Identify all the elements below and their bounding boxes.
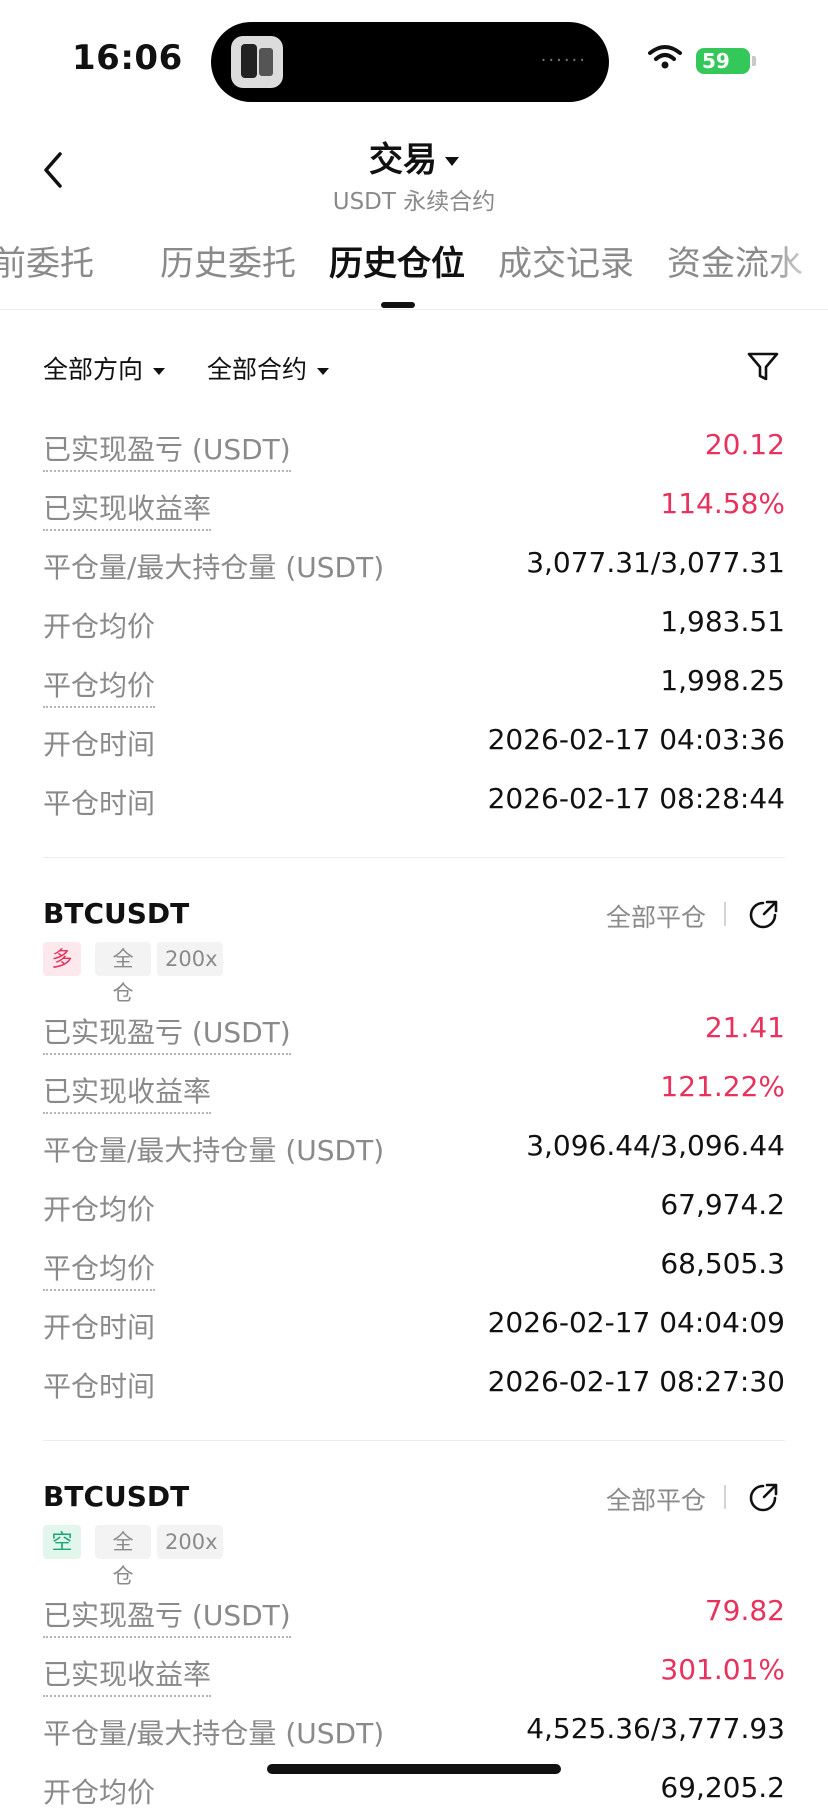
close-qty-value: 4,525.36/3,777.93 [526,1712,785,1745]
tab-position-history[interactable]: 历史仓位 [329,236,465,285]
realized-roe-value: 301.01% [660,1653,785,1686]
detail-row-close-avg: 平仓均价 1,998.25 [43,664,785,708]
activity-indicator-icon: ······ [540,50,587,71]
open-avg-label: 开仓均价 [43,1193,156,1226]
open-time-label: 开仓时间 [43,1311,156,1344]
now-playing-artwork [231,36,283,88]
close-all-button[interactable]: 全部平仓 [606,898,706,934]
card-divider [43,857,785,858]
close-avg-value: 68,505.3 [660,1247,785,1280]
realized-roe-value: 114.58% [660,487,785,520]
leverage-badge: 200x [157,1525,223,1559]
detail-row-realized-roe: 已实现收益率 301.01% [43,1653,785,1697]
detail-row-close-qty: 平仓量/最大持仓量 (USDT) 4,525.36/3,777.93 [43,1712,785,1756]
close-qty-value: 3,096.44/3,096.44 [526,1129,785,1162]
detail-row-realized-roe: 已实现收益率 114.58% [43,487,785,531]
direction-filter-label: 全部方向 [43,355,144,384]
open-avg-label: 开仓均价 [43,610,156,643]
open-avg-value: 67,974.2 [660,1188,785,1221]
dynamic-island[interactable]: ······ [211,22,609,102]
status-bar: 16:06 ······ 59 [0,0,828,110]
share-icon[interactable] [746,898,780,932]
position-symbol: BTCUSDT [43,897,190,930]
contract-filter-label: 全部合约 [207,355,308,384]
close-time-label: 平仓时间 [43,1370,156,1403]
detail-row-open-avg: 开仓均价 69,205.2 [43,1771,785,1815]
direction-filter[interactable]: 全部方向 [43,350,166,386]
page-title[interactable]: 交易 [0,132,828,181]
close-qty-value: 3,077.31/3,077.31 [526,546,785,579]
realized-pnl-value: 21.41 [704,1011,785,1044]
close-time-value: 2026-02-17 08:28:44 [487,782,785,815]
realized-roe-label[interactable]: 已实现收益率 [43,1653,212,1697]
open-time-value: 2026-02-17 04:03:36 [487,723,785,756]
realized-roe-label[interactable]: 已实现收益率 [43,487,212,531]
battery-tip [752,56,756,66]
tab-bar: 前委托 历史委托 历史仓位 成交记录 资金流水 [0,236,828,308]
close-qty-label: 平仓量/最大持仓量 (USDT) [43,1134,385,1167]
margin-mode-badge: 全仓 [95,942,151,1005]
detail-row-open-time: 开仓时间 2026-02-17 04:03:36 [43,723,785,767]
close-all-button[interactable]: 全部平仓 [606,1481,706,1517]
card-divider [43,1440,785,1441]
close-avg-label[interactable]: 平仓均价 [43,664,156,708]
close-avg-value: 1,998.25 [660,664,785,697]
realized-pnl-value: 79.82 [704,1594,785,1627]
detail-row-realized-pnl: 已实现盈亏 (USDT) 21.41 [43,1011,785,1055]
side-badge-short: 空 [43,1525,81,1559]
battery-icon: 59 [696,48,750,74]
page-title-text: 交易 [369,140,437,180]
page-subtitle: USDT 永续合约 [332,189,496,215]
detail-row-close-qty: 平仓量/最大持仓量 (USDT) 3,096.44/3,096.44 [43,1129,785,1173]
tab-fade [768,236,828,286]
tab-order-history[interactable]: 历史委托 [160,236,296,285]
leverage-badge: 200x [157,942,223,976]
side-badge-long: 多 [43,942,81,976]
tab-active-indicator [381,302,415,308]
caret-down-icon [317,367,330,375]
contract-filter[interactable]: 全部合约 [207,350,330,386]
detail-row-realized-pnl: 已实现盈亏 (USDT) 20.12 [43,428,785,472]
margin-mode-badge: 全仓 [95,1525,151,1588]
close-time-value: 2026-02-17 08:27:30 [487,1365,785,1398]
open-avg-label: 开仓均价 [43,1776,156,1809]
open-avg-value: 69,205.2 [660,1771,785,1804]
realized-pnl-label[interactable]: 已实现盈亏 (USDT) [43,1011,291,1055]
wifi-icon [648,45,682,69]
realized-pnl-value: 20.12 [704,428,785,461]
realized-pnl-label[interactable]: 已实现盈亏 (USDT) [43,428,291,472]
share-icon[interactable] [746,1481,780,1515]
detail-row-open-avg: 开仓均价 67,974.2 [43,1188,785,1232]
detail-row-close-qty: 平仓量/最大持仓量 (USDT) 3,077.31/3,077.31 [43,546,785,590]
realized-pnl-label[interactable]: 已实现盈亏 (USDT) [43,1594,291,1638]
detail-row-close-time: 平仓时间 2026-02-17 08:28:44 [43,782,785,826]
position-symbol: BTCUSDT [43,1480,190,1513]
home-indicator[interactable] [267,1764,561,1774]
detail-row-open-time: 开仓时间 2026-02-17 04:04:09 [43,1306,785,1350]
caret-down-icon [445,157,459,166]
header-divider [0,309,828,310]
realized-roe-value: 121.22% [660,1070,785,1103]
open-time-label: 开仓时间 [43,728,156,761]
caret-down-icon [153,367,166,375]
open-time-value: 2026-02-17 04:04:09 [487,1306,785,1339]
action-divider [724,1485,726,1509]
open-avg-value: 1,983.51 [660,605,785,638]
detail-row-realized-pnl: 已实现盈亏 (USDT) 79.82 [43,1594,785,1638]
close-avg-label[interactable]: 平仓均价 [43,1247,156,1291]
filter-funnel-icon[interactable] [746,350,780,384]
tab-trade-history[interactable]: 成交记录 [498,236,634,285]
detail-row-close-time: 平仓时间 2026-02-17 08:27:30 [43,1365,785,1409]
close-time-label: 平仓时间 [43,787,156,820]
tab-current-orders[interactable]: 前委托 [0,236,94,285]
battery-level: 59 [702,49,730,73]
realized-roe-label[interactable]: 已实现收益率 [43,1070,212,1114]
detail-row-realized-roe: 已实现收益率 121.22% [43,1070,785,1114]
action-divider [724,902,726,926]
detail-row-open-avg: 开仓均价 1,983.51 [43,605,785,649]
close-qty-label: 平仓量/最大持仓量 (USDT) [43,1717,385,1750]
detail-row-close-avg: 平仓均价 68,505.3 [43,1247,785,1291]
close-qty-label: 平仓量/最大持仓量 (USDT) [43,551,385,584]
status-time: 16:06 [72,38,183,78]
